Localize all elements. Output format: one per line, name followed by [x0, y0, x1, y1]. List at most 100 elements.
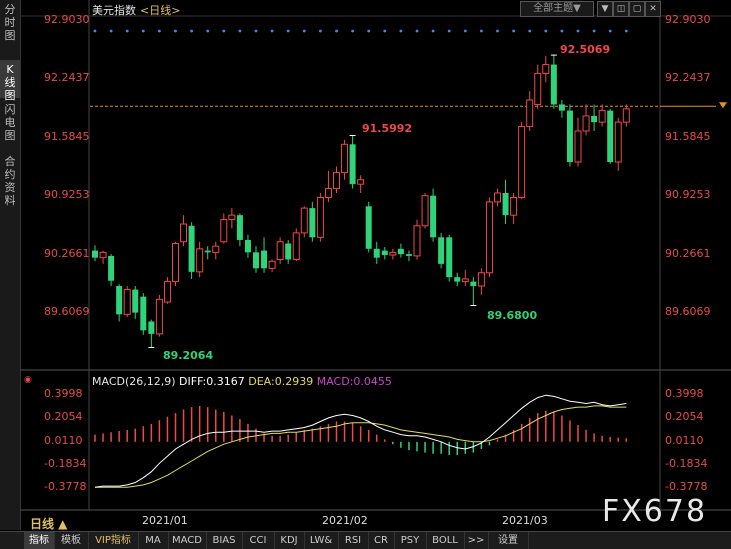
candle-body — [140, 296, 147, 331]
indicator-tab[interactable]: PSY — [394, 532, 427, 549]
annotation-high-label: 92.5069 — [560, 43, 611, 56]
indicator-tab[interactable]: MA — [138, 532, 169, 549]
indicator-tab[interactable]: KDJ — [274, 532, 305, 549]
candle-body — [357, 179, 365, 185]
candle-body — [244, 239, 251, 253]
marker-dot — [383, 29, 387, 33]
marker-dot — [286, 29, 290, 33]
candle-body — [566, 110, 573, 163]
candle-body — [542, 64, 550, 74]
marker-dot — [222, 29, 226, 33]
candle-body — [92, 250, 98, 258]
marker-dot — [93, 29, 97, 33]
marker-dot — [174, 29, 177, 33]
marker-dot — [367, 29, 371, 33]
candle-body — [349, 144, 356, 185]
instrument-title: 美元指数 — [92, 4, 136, 17]
marker-dot — [238, 29, 242, 33]
candle-body — [300, 207, 308, 234]
macd-axis-label: 0.2054 — [665, 410, 704, 424]
candle-body — [108, 255, 115, 281]
indicator-tab[interactable]: 设置 — [488, 532, 529, 549]
macd-axis-label: 0.0110 — [44, 433, 83, 447]
marker-dot — [463, 29, 467, 33]
marker-dot — [608, 29, 612, 33]
candle-body — [373, 248, 380, 258]
candle-body — [574, 130, 582, 163]
indicator-tab[interactable]: 模板 — [54, 532, 89, 549]
candle-body — [99, 251, 107, 259]
indicator-settings-icon[interactable]: ◉ — [24, 375, 32, 385]
candle-body — [518, 126, 526, 198]
candle-body — [220, 219, 228, 243]
macd-axis-label: 0.3998 — [44, 387, 83, 400]
candle-body — [365, 206, 372, 249]
macd-axis-label: -0.3778 — [44, 480, 87, 493]
indicator-tab[interactable]: BIAS — [206, 532, 243, 549]
candle-body — [598, 110, 606, 123]
candle-body — [381, 250, 388, 256]
indicator-tab[interactable]: >> — [464, 532, 489, 549]
candle-body — [534, 72, 542, 105]
marker-dot — [109, 29, 113, 33]
chart-canvas[interactable] — [0, 0, 731, 548]
annotation-low-label: 89.6800 — [487, 309, 538, 322]
candle-body — [188, 225, 195, 272]
indicator-tab[interactable]: 指标 — [24, 532, 55, 549]
candle-body — [470, 281, 477, 287]
marker-dot — [447, 29, 451, 33]
close-icon[interactable]: ✕ — [645, 1, 661, 17]
candle-body — [389, 251, 397, 256]
candle-body — [405, 254, 412, 256]
marker-dot — [335, 29, 338, 33]
candle-body — [261, 250, 268, 269]
marker-dot — [270, 29, 274, 33]
price-axis-label: 92.2437 — [665, 71, 711, 85]
candle-body — [454, 277, 461, 282]
indicator-tab[interactable]: LW& — [304, 532, 339, 549]
candle-body — [132, 289, 139, 313]
theme-dropdown-button[interactable]: 全部主题▼ — [520, 1, 594, 17]
price-axis-label: 90.9253 — [665, 188, 711, 202]
macd-value: MACD:0.0455 — [316, 375, 392, 388]
macd-axis-label: 0.3998 — [665, 387, 704, 400]
marker-dot — [206, 29, 210, 33]
indicator-tab[interactable]: RSI — [338, 532, 369, 549]
indicator-tab[interactable]: VIP指标 — [88, 532, 139, 549]
diff-value: DIFF:0.3167 — [179, 375, 245, 388]
candle-body — [212, 245, 220, 253]
candle-body — [591, 115, 598, 123]
marker-dot — [560, 29, 564, 33]
maximize-window-icon[interactable]: ▢ — [629, 1, 645, 17]
candle-body — [550, 64, 557, 105]
candle-body — [510, 196, 518, 216]
candle-body — [430, 195, 437, 238]
macd-axis-label: 0.2054 — [44, 410, 83, 424]
marker-dot — [254, 29, 258, 33]
indicator-tab[interactable]: BOLL — [426, 532, 465, 549]
marker-dot — [399, 29, 403, 33]
scroll-down-icon[interactable]: ▼ — [597, 1, 613, 17]
candle-body — [397, 248, 404, 255]
price-axis-label: 89.6069 — [44, 305, 90, 318]
period-link[interactable]: <日线> — [140, 4, 180, 17]
indicator-tab[interactable]: MACD — [168, 532, 207, 549]
candle-body — [494, 192, 501, 203]
x-axis-label: 2021/01 — [142, 514, 188, 527]
price-axis-label: 91.5845 — [44, 129, 90, 143]
candle-body — [292, 232, 300, 260]
macd-axis-label: -0.1834 — [665, 456, 708, 470]
candle-body — [502, 193, 509, 216]
macd-axis-label: -0.1834 — [44, 456, 87, 470]
indicator-tab[interactable]: CR — [368, 532, 395, 549]
marker-dot — [480, 29, 483, 33]
watermark-logo: FX678 — [602, 494, 708, 529]
indicator-tab[interactable]: CCI — [242, 532, 275, 549]
macd-legend: MACD(26,12,9) DIFF:0.3167 DEA:0.2939 MAC… — [92, 375, 392, 388]
candle-body — [333, 172, 340, 190]
period-badge[interactable]: 日线 ▲ — [30, 515, 67, 532]
macd-axis-label: 0.0110 — [665, 433, 704, 447]
marker-dot — [592, 29, 596, 33]
candle-body — [180, 223, 188, 243]
restore-window-icon[interactable]: ◫ — [613, 1, 629, 17]
